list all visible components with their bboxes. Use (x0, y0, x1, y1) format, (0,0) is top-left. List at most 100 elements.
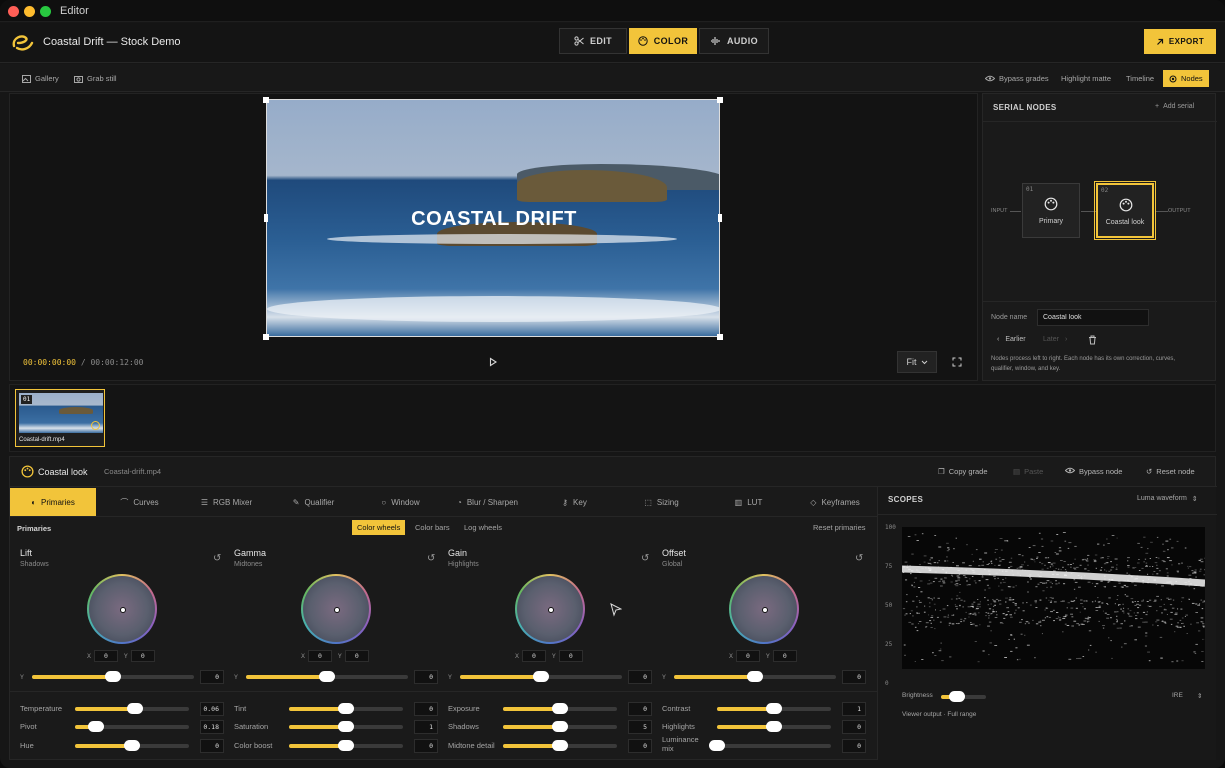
wheel-puck[interactable] (334, 607, 340, 613)
bypass-node-button[interactable]: Bypass node (1065, 467, 1122, 476)
slider-knob[interactable] (124, 740, 140, 751)
brightness-slider[interactable] (941, 691, 986, 702)
highlight-matte-button[interactable]: Highlight matte (1055, 71, 1117, 86)
mode-audio-button[interactable]: AUDIO (699, 28, 769, 54)
adjustment-value[interactable]: 5 (628, 720, 652, 734)
wheel-puck[interactable] (120, 607, 126, 613)
clip-thumbnail[interactable]: 01 Coastal-drift.mp4 (15, 389, 105, 447)
slider-knob[interactable] (533, 671, 549, 682)
adjustment-value[interactable]: 0 (842, 720, 866, 734)
video-frame[interactable]: COASTAL DRIFT (266, 99, 720, 337)
slider-knob[interactable] (338, 740, 354, 751)
color-wheel-lift[interactable] (87, 574, 157, 644)
adjustment-slider[interactable] (75, 703, 189, 714)
slider-knob[interactable] (766, 721, 782, 732)
slider-knob[interactable] (127, 703, 144, 714)
x-field[interactable]: 0 (521, 650, 546, 662)
reset-wheel-icon[interactable]: ↺ (855, 553, 863, 564)
mode-color-button[interactable]: COLOR (629, 28, 697, 54)
mode-edit-button[interactable]: EDIT (559, 28, 627, 54)
slider-knob[interactable] (105, 671, 121, 682)
slider-knob[interactable] (766, 703, 782, 714)
adjustment-slider[interactable] (503, 740, 617, 751)
slider-knob[interactable] (552, 703, 568, 714)
later-button[interactable]: Later › (1043, 336, 1067, 343)
reset-wheel-icon[interactable]: ↺ (213, 553, 221, 564)
slider-knob[interactable] (338, 721, 354, 732)
crop-handle-l[interactable] (264, 214, 268, 222)
adjustment-value[interactable]: 0 (628, 702, 652, 716)
grab-still-button[interactable]: Grab still (68, 71, 123, 86)
y-slider[interactable] (674, 671, 836, 682)
node-primary[interactable]: 01 Primary (1022, 183, 1080, 238)
adjustment-slider[interactable] (289, 740, 403, 751)
tab-qualifier[interactable]: ✎ Qualifier (270, 488, 357, 516)
timeline-button[interactable]: Timeline (1120, 71, 1160, 86)
y-value[interactable]: 0 (414, 670, 438, 684)
export-button[interactable]: EXPORT (1144, 29, 1216, 54)
log-wheels-button[interactable]: Log wheels (459, 520, 507, 535)
reset-node-button[interactable]: ↺ Reset node (1146, 467, 1195, 476)
reset-wheel-icon[interactable]: ↺ (427, 553, 435, 564)
adjustment-slider[interactable] (503, 703, 617, 714)
trash-icon[interactable] (1088, 335, 1097, 345)
color-bars-button[interactable]: Color bars (410, 520, 455, 535)
color-wheel-gain[interactable] (515, 574, 585, 644)
adjustment-slider[interactable] (717, 703, 831, 714)
y-value[interactable]: 0 (842, 670, 866, 684)
adjustment-value[interactable]: 1 (842, 702, 866, 716)
gallery-button[interactable]: Gallery (16, 71, 65, 86)
unit-stepper-icon[interactable]: ⇕ (1197, 692, 1202, 700)
adjustment-value[interactable]: 0 (414, 702, 438, 716)
earlier-button[interactable]: ‹ Earlier (997, 336, 1026, 343)
adjustment-slider[interactable] (717, 721, 831, 732)
tab-curves[interactable]: ⌒ Curves (96, 488, 183, 516)
fit-dropdown[interactable]: Fit (897, 351, 937, 373)
adjustment-value[interactable]: 0.06 (200, 702, 224, 716)
adjustment-value[interactable]: 0 (200, 739, 224, 753)
y-value[interactable]: 0 (200, 670, 224, 684)
add-serial-button[interactable]: + Add serial (1155, 103, 1194, 110)
tab-keyframes[interactable]: ◇ Keyframes (792, 488, 878, 516)
color-wheel-offset[interactable] (729, 574, 799, 644)
close-window-button[interactable] (8, 6, 19, 17)
tab-key[interactable]: ⚷ Key (531, 488, 618, 516)
adjustment-value[interactable]: 0 (842, 739, 866, 753)
y-slider[interactable] (460, 671, 622, 682)
adjustment-value[interactable]: 0.18 (200, 720, 224, 734)
y-slider[interactable] (246, 671, 408, 682)
y-slider[interactable] (32, 671, 194, 682)
tab-lut[interactable]: ▥ LUT (705, 488, 792, 516)
y-field[interactable]: 0 (130, 650, 155, 662)
tab-primaries[interactable]: ◐ Primaries (10, 488, 96, 516)
y-value[interactable]: 0 (628, 670, 652, 684)
y-field[interactable]: 0 (772, 650, 797, 662)
bypass-grades-button[interactable]: Bypass grades (979, 71, 1055, 86)
adjustment-slider[interactable] (503, 721, 617, 732)
adjustment-slider[interactable] (75, 740, 189, 751)
crop-handle-bl[interactable] (263, 334, 269, 340)
node-name-field[interactable] (1037, 309, 1149, 326)
scope-mode-select[interactable]: Luma waveform ⇕ (1137, 495, 1198, 503)
reset-primaries-button[interactable]: Reset primaries (808, 520, 871, 535)
tab-sizing[interactable]: ⬚ Sizing (618, 488, 705, 516)
color-wheel-gamma[interactable] (301, 574, 371, 644)
zoom-window-button[interactable] (40, 6, 51, 17)
adjustment-slider[interactable] (289, 703, 403, 714)
slider-knob[interactable] (87, 721, 104, 732)
node-coastal-look[interactable]: 02 Coastal look (1094, 181, 1156, 240)
copy-grade-button[interactable]: ❐ Copy grade (938, 467, 988, 476)
adjustment-slider[interactable] (709, 740, 831, 751)
slider-knob[interactable] (747, 671, 763, 682)
wheel-puck[interactable] (548, 607, 554, 613)
crop-handle-br[interactable] (717, 334, 723, 340)
adjustment-value[interactable]: 0 (628, 739, 652, 753)
slider-knob[interactable] (552, 740, 568, 751)
adjustment-value[interactable]: 1 (414, 720, 438, 734)
x-field[interactable]: 0 (93, 650, 118, 662)
slider-knob[interactable] (709, 740, 725, 751)
y-field[interactable]: 0 (558, 650, 583, 662)
slider-knob[interactable] (338, 703, 354, 714)
adjustment-slider[interactable] (289, 721, 403, 732)
brightness-knob[interactable] (948, 691, 965, 702)
